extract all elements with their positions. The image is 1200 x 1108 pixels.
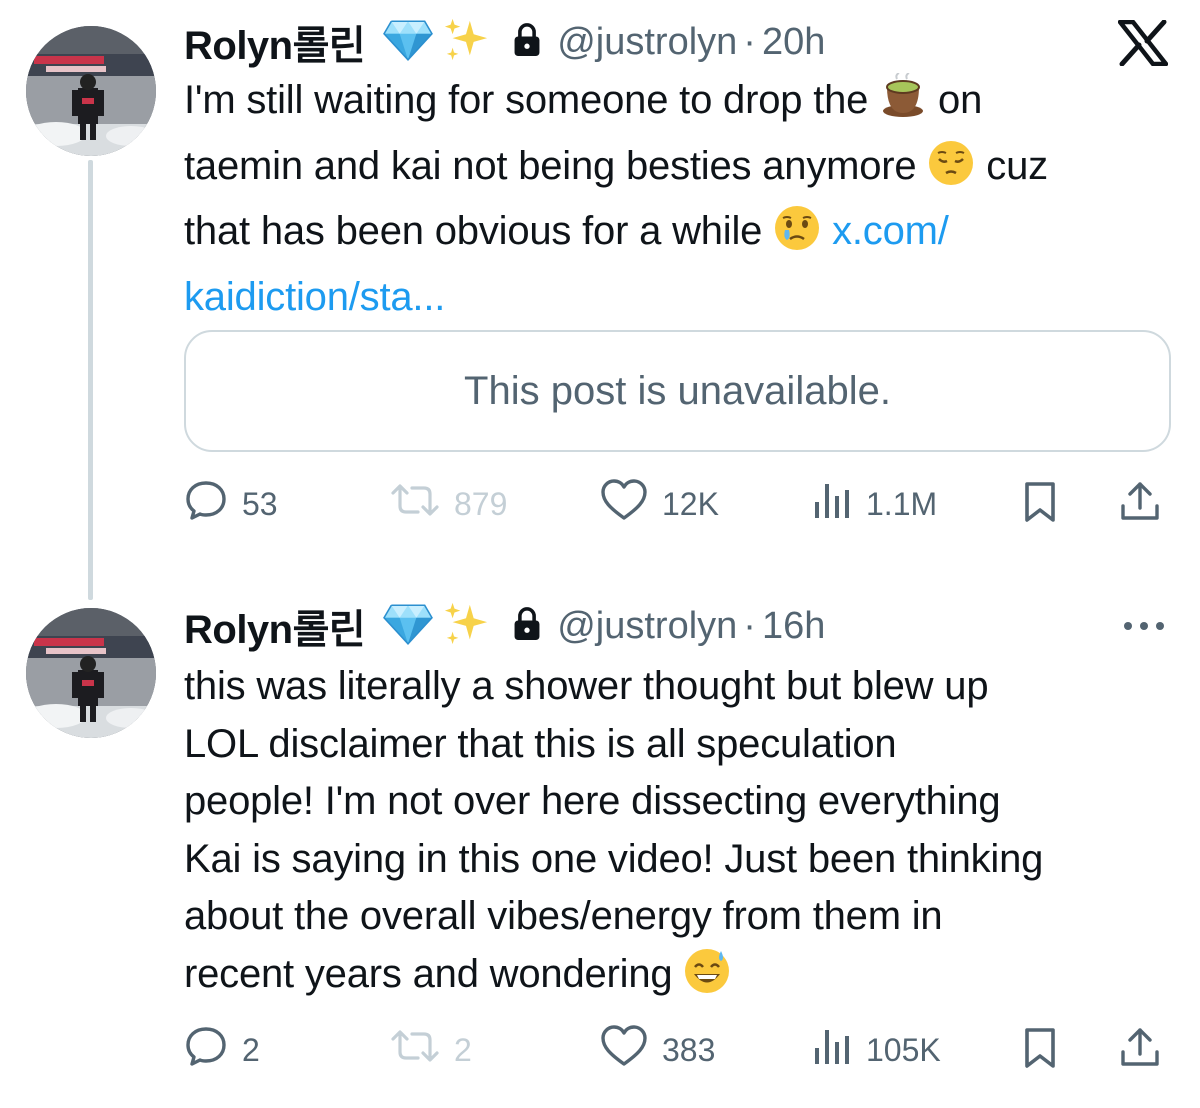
grinning-face-with-sweat-emoji — [683, 947, 731, 1012]
author-name[interactable]: Rolyn롤린 — [184, 597, 366, 655]
tweet-2[interactable]: Rolyn롤린 @justrolyn · 16h this was literall… — [0, 0, 1200, 1108]
repost-count: 2 — [454, 1031, 472, 1068]
share-icon — [1118, 1026, 1162, 1075]
more-options-button[interactable] — [1122, 614, 1166, 643]
action-bar: 2 2 383 105K — [184, 1020, 1174, 1080]
timestamp[interactable]: 16h — [762, 605, 825, 647]
tweet-header: Rolyn롤린 @justrolyn · 16h — [184, 596, 825, 656]
views-count: 105K — [866, 1031, 941, 1068]
body-line: LOL disclaimer that this is all speculat… — [184, 721, 897, 766]
repost-button[interactable]: 2 — [390, 1020, 472, 1080]
body-line: recent years and wondering — [184, 946, 1184, 1012]
body-line: this was literally a shower thought but … — [184, 664, 989, 708]
gem-stone-emoji — [383, 603, 433, 650]
reply-icon — [184, 1024, 228, 1076]
author-handle[interactable]: @justrolyn — [557, 605, 737, 647]
bookmark-icon — [1022, 1026, 1058, 1075]
tweet-body: this was literally a shower thought but … — [184, 658, 1184, 1011]
repost-icon — [390, 1026, 440, 1074]
more-dots-icon — [1124, 622, 1164, 630]
sparkles-emoji — [443, 601, 489, 652]
lock-icon — [511, 606, 543, 647]
body-line: about the overall vibes/energy from them… — [184, 894, 943, 938]
views-button[interactable]: 105K — [812, 1020, 941, 1080]
bookmark-button[interactable] — [1022, 1020, 1058, 1080]
like-count: 383 — [662, 1031, 716, 1068]
views-icon — [812, 1026, 852, 1074]
reply-button[interactable]: 2 — [184, 1020, 260, 1080]
share-button[interactable] — [1118, 1020, 1162, 1080]
avatar[interactable] — [26, 608, 156, 738]
like-button[interactable]: 383 — [600, 1020, 715, 1080]
body-line: people! I'm not over here dissecting eve… — [184, 779, 1001, 823]
heart-icon — [600, 1024, 648, 1076]
separator-dot: · — [743, 604, 756, 647]
body-line: Kai is saying in this one video! Just be… — [184, 836, 1044, 881]
reply-count: 2 — [242, 1031, 260, 1068]
author-meta: @justrolyn · 16h — [557, 605, 825, 648]
